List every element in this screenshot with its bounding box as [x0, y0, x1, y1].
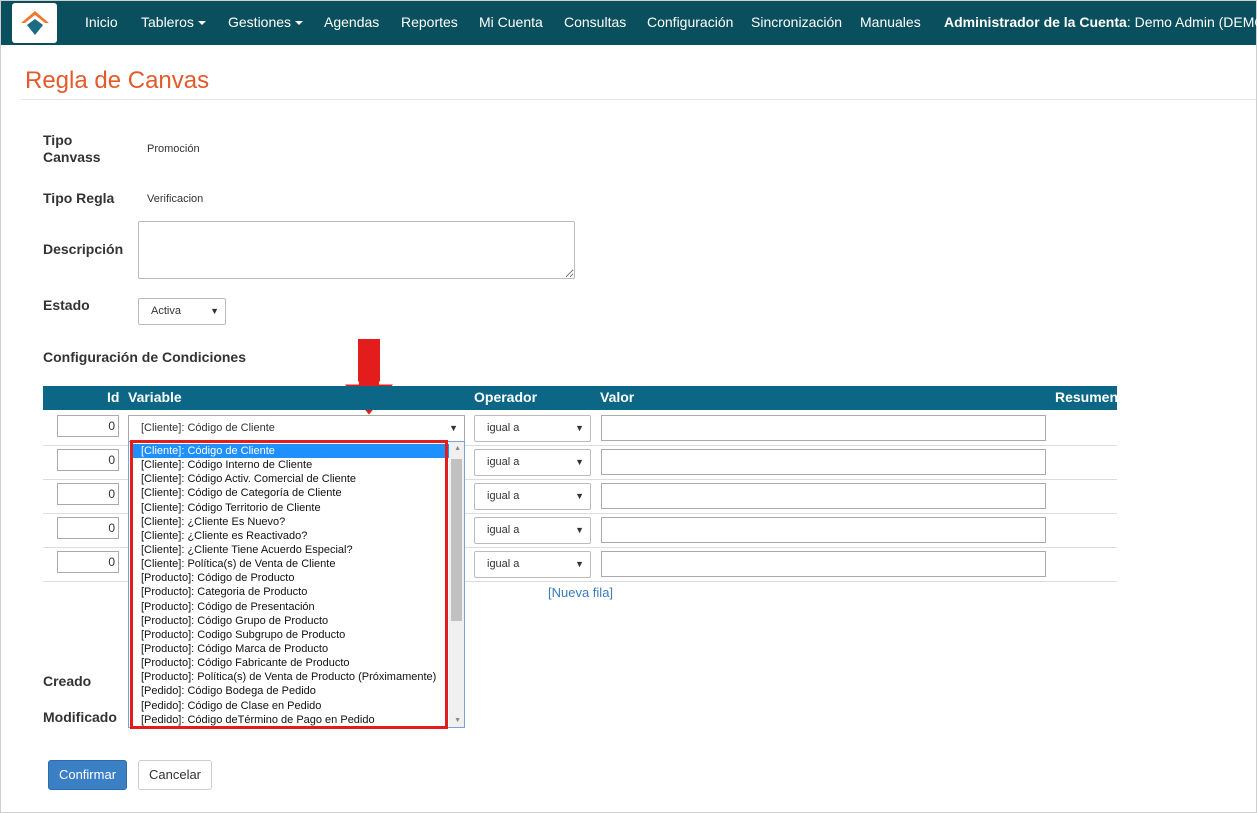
operador-value: igual a — [487, 524, 520, 536]
account-label: Administrador de la Cuenta — [944, 14, 1127, 30]
operador-select[interactable]: igual a ▼ — [474, 483, 591, 510]
operador-select[interactable]: igual a ▼ — [474, 449, 591, 476]
select-arrow-icon: ▼ — [210, 306, 219, 316]
operador-select[interactable]: igual a ▼ — [474, 551, 591, 578]
descripcion-label: Descripción — [43, 241, 124, 257]
scroll-up-icon[interactable]: ▲ — [454, 445, 461, 452]
valor-input[interactable] — [601, 517, 1046, 543]
tipo-regla-label: Tipo Regla — [43, 190, 115, 206]
conditions-table-header: Id Variable Operador Valor Resumen — [43, 386, 1119, 410]
row-id-input[interactable]: 0 — [57, 483, 119, 505]
row-id-input[interactable]: 0 — [57, 449, 119, 471]
operador-value: igual a — [487, 558, 520, 570]
col-operador: Operador — [474, 389, 538, 405]
row-id-input[interactable]: 0 — [57, 517, 119, 539]
nav-gestiones[interactable]: Gestiones — [228, 1, 304, 45]
config-condiciones-label: Configuración de Condiciones — [43, 349, 247, 365]
nav-manuales[interactable]: Manuales — [860, 1, 921, 45]
page-title: Regla de Canvas — [25, 67, 210, 94]
nav-account-menu[interactable]: Administrador de la Cuenta: Demo Admin (… — [944, 1, 1257, 45]
logo-icon — [20, 11, 49, 35]
nav-consultas[interactable]: Consultas — [564, 1, 626, 45]
col-id: Id — [107, 389, 120, 405]
operador-select[interactable]: igual a ▼ — [474, 415, 591, 442]
nav-configuracion[interactable]: Configuración — [647, 1, 733, 45]
operador-value: igual a — [487, 422, 520, 434]
nueva-fila-link[interactable]: [Nueva fila] — [548, 585, 613, 600]
dropdown-scrollbar[interactable]: ▲ ▼ — [449, 442, 464, 727]
row-id-input[interactable]: 0 — [57, 551, 119, 573]
select-arrow-icon: ▼ — [575, 457, 584, 467]
operador-value: igual a — [487, 456, 520, 468]
tipo-canvass-label-line2: Canvass — [43, 149, 101, 165]
valor-input[interactable] — [601, 415, 1046, 441]
select-arrow-icon: ▼ — [575, 423, 584, 433]
modificado-label: Modificado — [43, 709, 117, 725]
valor-input[interactable] — [601, 483, 1046, 509]
scroll-down-icon[interactable]: ▼ — [454, 717, 461, 724]
nav-sincronizacion[interactable]: Sincronización — [751, 1, 842, 45]
operador-value: igual a — [487, 490, 520, 502]
select-arrow-icon: ▼ — [575, 491, 584, 501]
scrollbar-thumb[interactable] — [451, 459, 462, 621]
select-arrow-icon: ▼ — [449, 423, 458, 433]
annotation-highlight-box — [130, 440, 448, 729]
col-resumen: Resumen — [1055, 389, 1119, 405]
nav-agendas[interactable]: Agendas — [324, 1, 379, 45]
caret-down-icon — [197, 21, 206, 26]
operador-select[interactable]: igual a ▼ — [474, 517, 591, 544]
confirm-button[interactable]: Confirmar — [48, 760, 127, 790]
cancel-button[interactable]: Cancelar — [138, 760, 212, 790]
nav-mi-cuenta[interactable]: Mi Cuenta — [479, 1, 543, 45]
row-id-input[interactable]: 0 — [57, 415, 119, 437]
creado-label: Creado — [43, 673, 92, 689]
select-arrow-icon: ▼ — [575, 525, 584, 535]
variable-select-value: [Cliente]: Código de Cliente — [141, 422, 275, 434]
tipo-canvass-label-line1: Tipo — [43, 132, 73, 148]
tipo-canvass-value: Promoción — [147, 143, 200, 155]
tipo-regla-value: Verificacion — [147, 193, 204, 205]
caret-down-icon — [295, 21, 304, 26]
select-arrow-icon: ▼ — [575, 559, 584, 569]
nav-inicio[interactable]: Inicio — [85, 1, 118, 45]
descripcion-textarea[interactable] — [138, 221, 575, 279]
nav-reportes[interactable]: Reportes — [401, 1, 458, 45]
variable-select[interactable]: [Cliente]: Código de Cliente ▼ — [128, 415, 465, 442]
nav-tableros[interactable]: Tableros — [141, 1, 206, 45]
col-valor: Valor — [600, 389, 635, 405]
top-navbar: Inicio Tableros Gestiones Agendas Report… — [1, 1, 1257, 45]
nav-gestiones-label: Gestiones — [228, 14, 292, 30]
account-user: : Demo Admin (DEMO) — [1126, 14, 1257, 30]
estado-select-value: Activa — [151, 305, 181, 317]
tipo-canvass-label: Tipo Canvass — [43, 132, 101, 166]
valor-input[interactable] — [601, 551, 1046, 577]
valor-input[interactable] — [601, 449, 1046, 475]
app-logo[interactable] — [12, 3, 57, 43]
estado-select[interactable]: Activa ▼ — [138, 298, 226, 325]
title-divider — [21, 99, 1256, 100]
estado-label: Estado — [43, 297, 90, 313]
col-variable: Variable — [128, 389, 182, 405]
nav-tableros-label: Tableros — [141, 14, 194, 30]
